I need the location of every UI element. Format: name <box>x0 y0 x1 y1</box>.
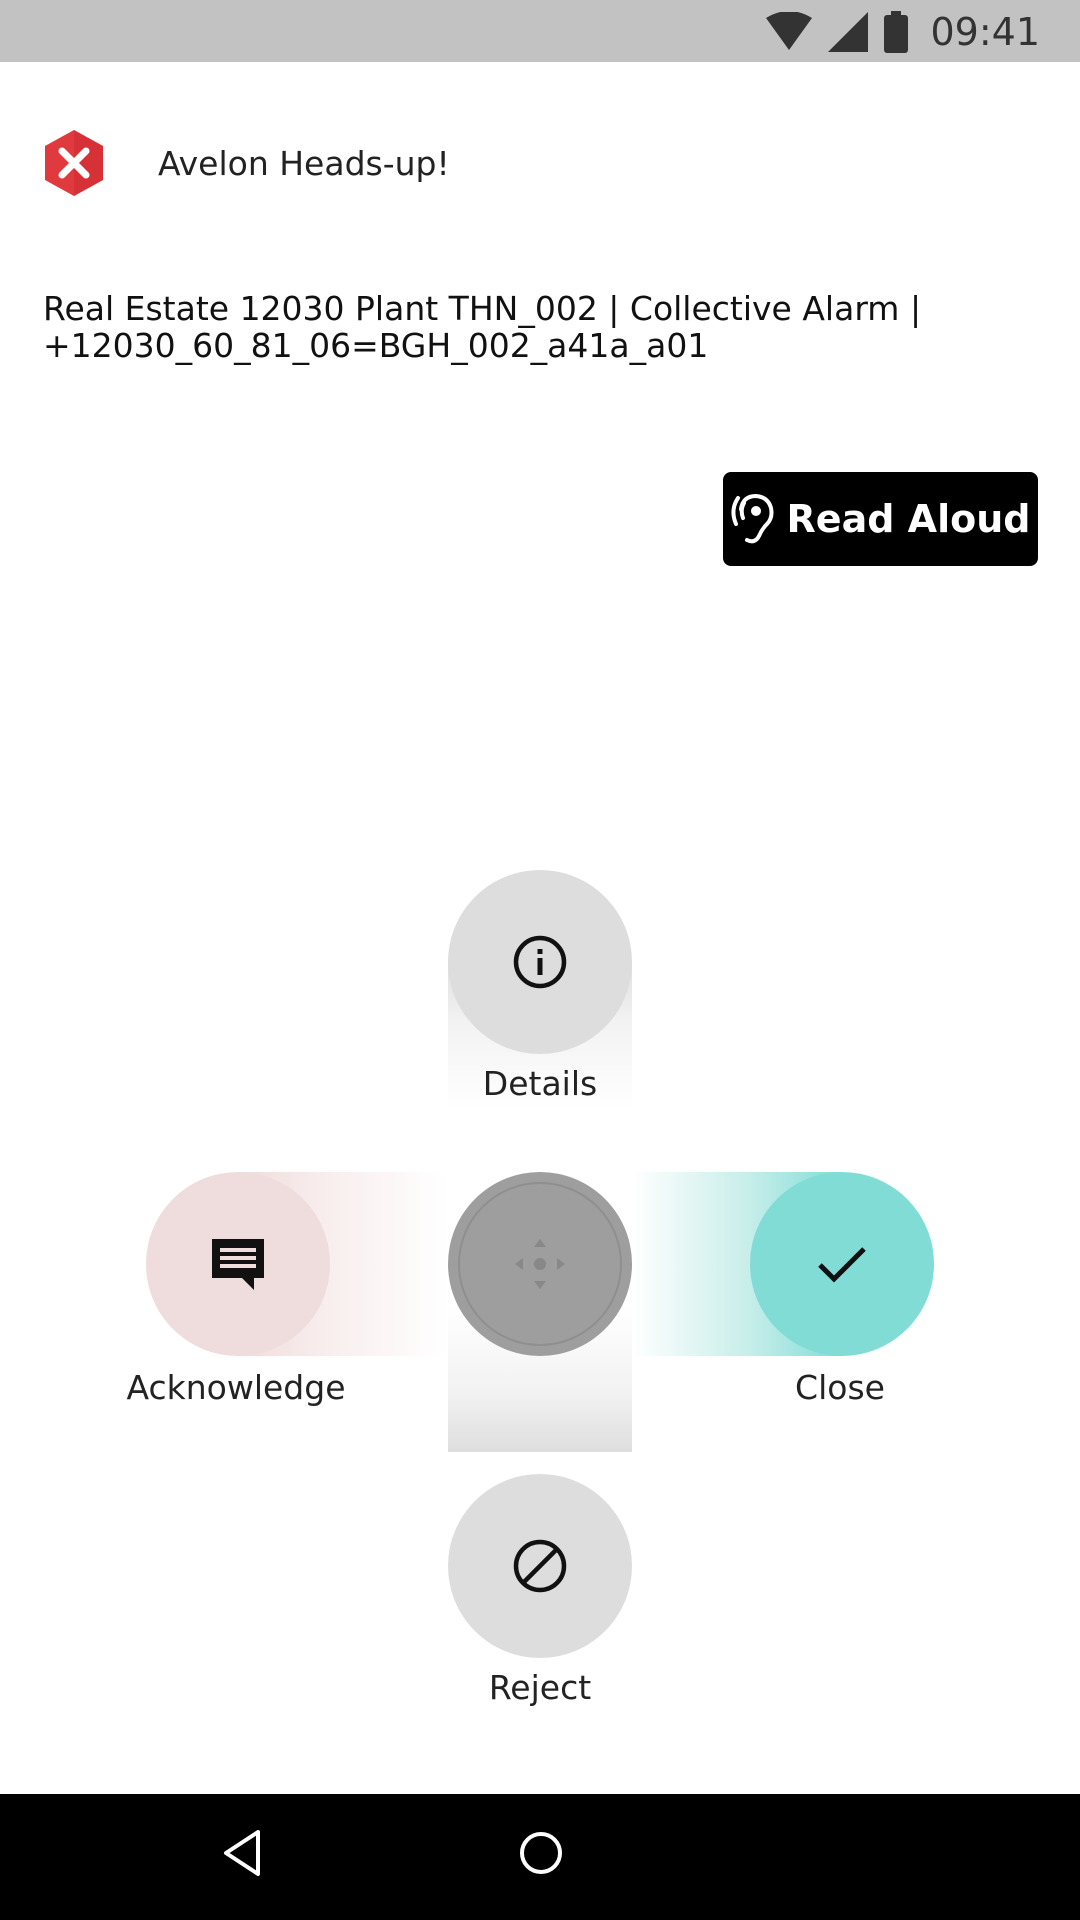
app-title: Avelon Heads-up! <box>158 143 450 183</box>
error-hexagon-icon <box>45 130 103 196</box>
battery-icon <box>884 11 909 53</box>
hearing-icon <box>731 493 774 544</box>
read-aloud-label: Read Aloud <box>786 497 1031 541</box>
details-button[interactable] <box>448 870 632 1054</box>
navigation-bar <box>0 1794 1080 1920</box>
app-header: Avelon Heads-up! <box>42 128 450 198</box>
acknowledge-button[interactable] <box>146 1172 330 1356</box>
read-aloud-button[interactable]: Read Aloud <box>723 472 1038 566</box>
status-bar: 09:41 <box>0 0 1080 62</box>
details-label: Details <box>482 1064 598 1103</box>
comment-icon <box>212 1239 264 1290</box>
handle-ring <box>458 1182 622 1346</box>
alarm-message: Real Estate 12030 Plant THN_002 | Collec… <box>43 290 1043 364</box>
check-icon <box>818 1247 866 1283</box>
cell-signal-icon <box>828 12 869 52</box>
home-icon[interactable] <box>518 1830 564 1876</box>
close-label: Close <box>795 1368 885 1407</box>
close-button[interactable] <box>750 1172 934 1356</box>
alarm-message-line1: Real Estate 12030 Plant THN_002 | Collec… <box>43 289 922 328</box>
status-time: 09:41 <box>930 10 1040 54</box>
info-icon <box>513 935 567 989</box>
heads-up-screen: 09:41 Avelon Heads-up! Real Estate 12030… <box>0 0 1080 1920</box>
reject-label: Reject <box>488 1668 592 1707</box>
center-drag-handle[interactable] <box>448 1172 632 1356</box>
acknowledge-label: Acknowledge <box>126 1368 346 1407</box>
wifi-icon <box>766 12 813 50</box>
back-icon[interactable] <box>220 1828 264 1878</box>
block-icon <box>513 1539 567 1593</box>
status-icons: 09:41 <box>766 8 1040 56</box>
move-icon <box>515 1239 565 1289</box>
reject-button[interactable] <box>448 1474 632 1658</box>
alarm-message-line2: +12030_60_81_06=BGH_002_a41a_a01 <box>43 326 709 365</box>
